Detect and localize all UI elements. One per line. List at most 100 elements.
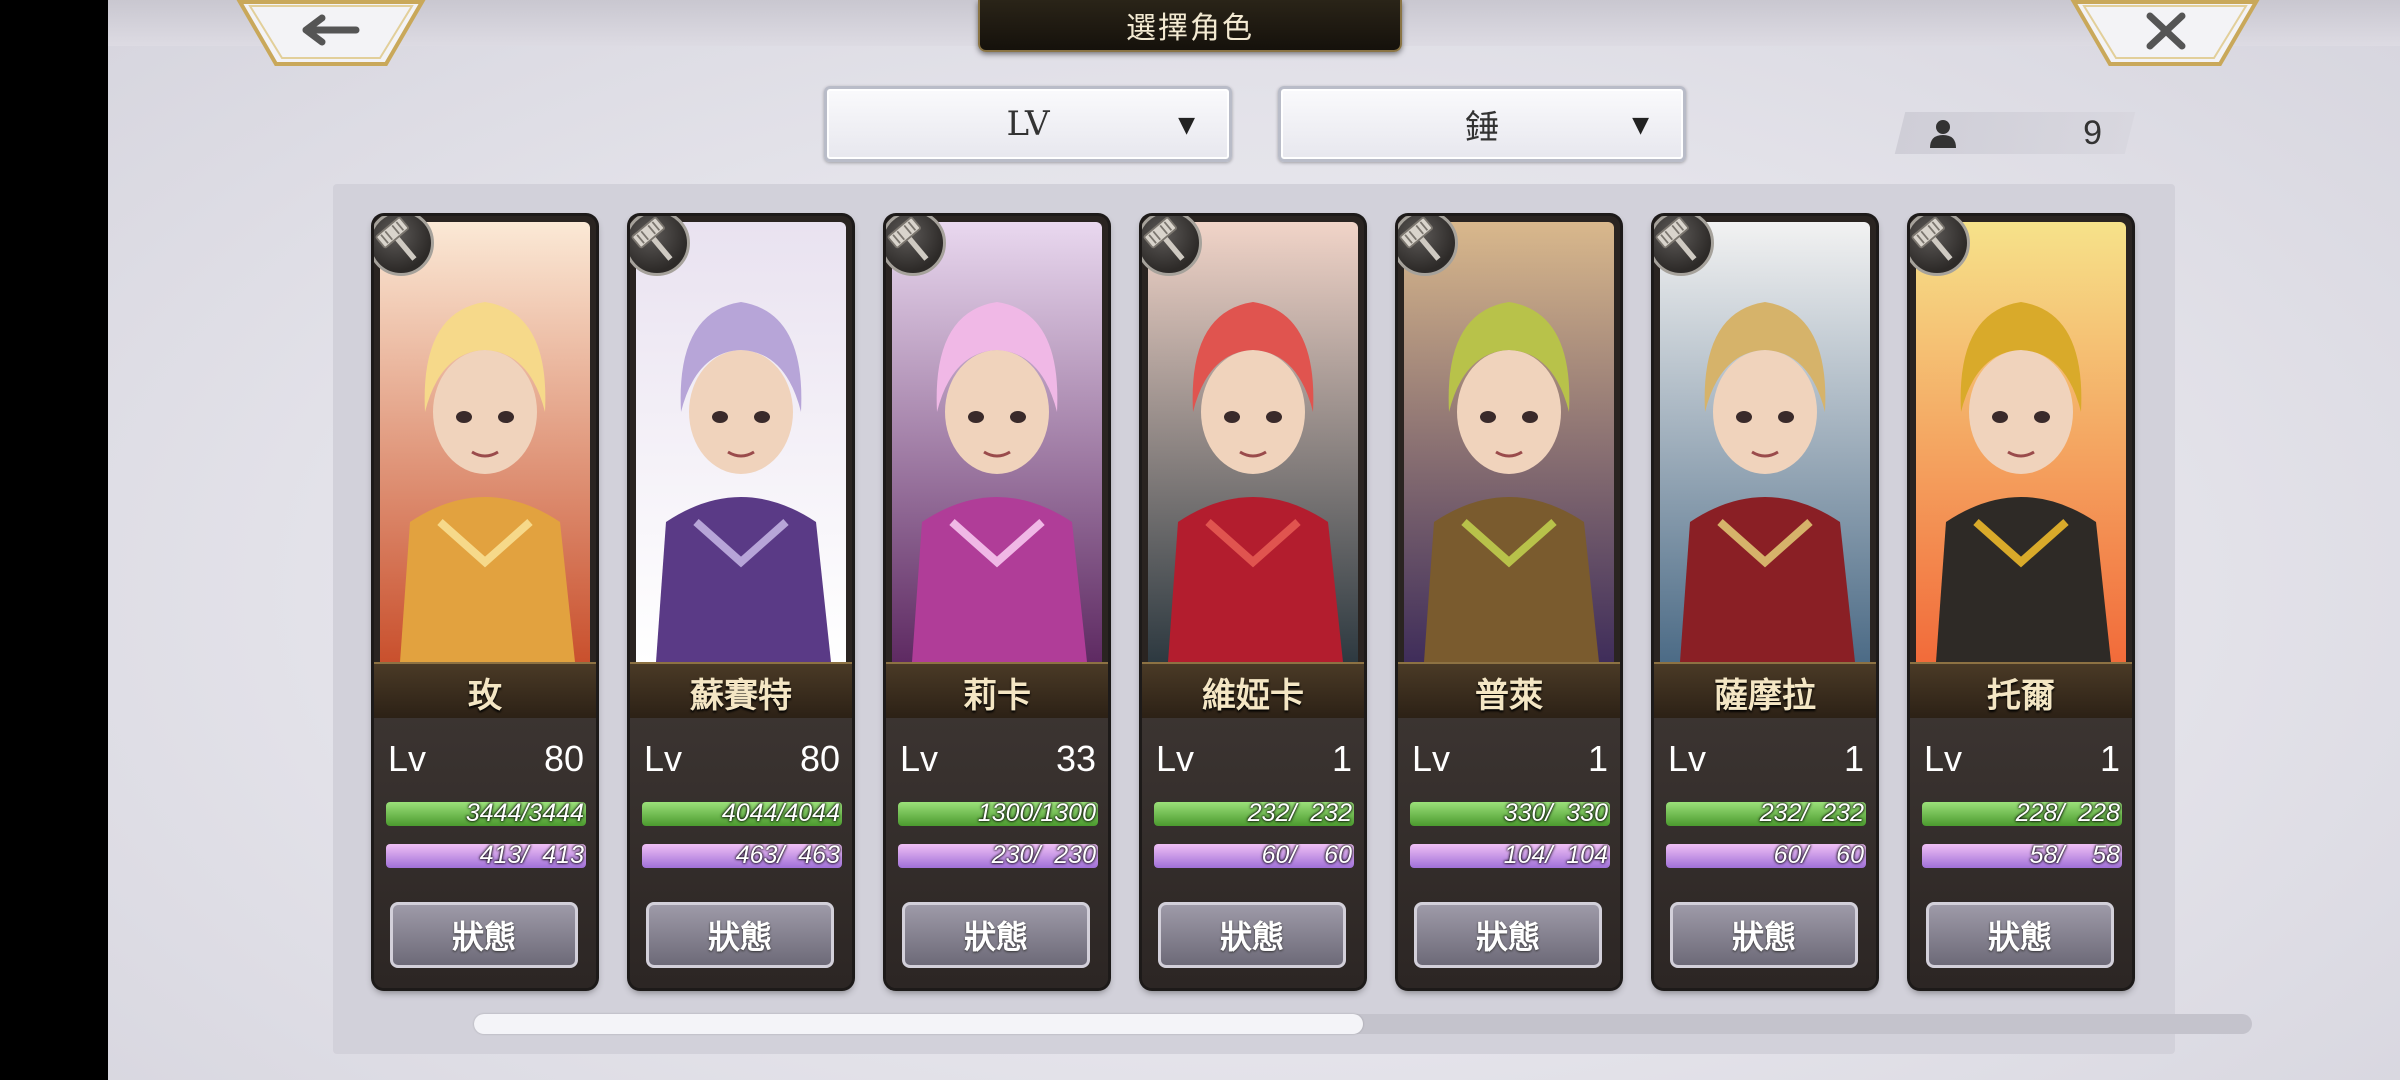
character-card[interactable]: 托爾 Lv 1 228/ 228 58/ 58 狀態 [1910, 216, 2132, 988]
character-name: 托爾 [1910, 662, 2132, 722]
level-label: Lv [1668, 738, 1707, 779]
character-stats: Lv 80 3444/3444 413/ 413 狀態 [374, 718, 596, 988]
level-label: Lv [1156, 738, 1195, 779]
mp-value: 58/ 58 [2029, 844, 2120, 868]
level-value: 80 [543, 738, 584, 779]
level-label: Lv [1924, 738, 1963, 779]
level-label: Lv [388, 738, 427, 779]
level-row: Lv 80 [388, 738, 584, 779]
status-button[interactable]: 狀態 [1158, 902, 1346, 968]
level-value: 80 [799, 738, 840, 779]
level-value: 33 [1055, 738, 1096, 779]
character-stats: Lv 1 232/ 232 60/ 60 狀態 [1654, 718, 1876, 988]
hammer-icon [886, 216, 946, 276]
hammer-icon [630, 216, 690, 276]
horizontal-scrollbar[interactable] [474, 1014, 2252, 1034]
status-button[interactable]: 狀態 [390, 902, 578, 968]
mp-bar: 60/ 60 [1666, 844, 1866, 868]
game-screen: 選擇角色 LV ▼ 錘 ▼ 9 玫 Lv 80 3444/3444 413/ 4… [108, 0, 2400, 1080]
hammer-icon [1654, 216, 1714, 276]
level-value: 1 [1331, 738, 1352, 779]
level-value: 1 [1843, 738, 1864, 779]
character-portrait [380, 222, 590, 662]
hp-value: 3444/3444 [465, 802, 584, 826]
page-title: 選擇角色 [978, 0, 1402, 52]
back-button[interactable] [236, 0, 426, 68]
character-card[interactable]: 普萊 Lv 1 330/ 330 104/ 104 狀態 [1398, 216, 1620, 988]
person-icon [1930, 120, 1956, 148]
character-card[interactable]: 蘇賽特 Lv 80 4044/4044 463/ 463 狀態 [630, 216, 852, 988]
character-portrait [636, 222, 846, 662]
mp-value: 413/ 413 [472, 844, 584, 868]
hp-bar: 1300/1300 [898, 802, 1098, 826]
status-button[interactable]: 狀態 [1926, 902, 2114, 968]
character-name: 蘇賽特 [630, 662, 852, 722]
hp-value: 232/ 232 [1759, 802, 1864, 826]
chevron-down-icon: ▼ [1178, 113, 1195, 138]
party-count-value: 9 [2083, 114, 2102, 152]
level-row: Lv 80 [644, 738, 840, 779]
level-value: 1 [1587, 738, 1608, 779]
level-label: Lv [900, 738, 939, 779]
mp-bar: 58/ 58 [1922, 844, 2122, 868]
mp-value: 104/ 104 [1503, 844, 1608, 868]
level-label: Lv [1412, 738, 1451, 779]
mp-bar: 230/ 230 [898, 844, 1098, 868]
mp-value: 60/ 60 [1773, 844, 1864, 868]
hammer-icon [1910, 216, 1970, 276]
mp-value: 230/ 230 [984, 844, 1096, 868]
mp-bar: 413/ 413 [386, 844, 586, 868]
level-row: Lv 1 [1156, 738, 1352, 779]
character-portrait [1660, 222, 1870, 662]
hp-value: 228/ 228 [2015, 802, 2120, 826]
character-portrait [1916, 222, 2126, 662]
close-icon [2070, 0, 2260, 66]
character-name: 薩摩拉 [1654, 662, 1876, 722]
hp-value: 1300/1300 [977, 802, 1096, 826]
character-name: 玫 [374, 662, 596, 722]
character-portrait [1148, 222, 1358, 662]
character-stats: Lv 1 232/ 232 60/ 60 狀態 [1142, 718, 1364, 988]
character-stats: Lv 33 1300/1300 230/ 230 狀態 [886, 718, 1108, 988]
character-card[interactable]: 莉卡 Lv 33 1300/1300 230/ 230 狀態 [886, 216, 1108, 988]
hp-bar: 330/ 330 [1410, 802, 1610, 826]
hp-bar: 4044/4044 [642, 802, 842, 826]
arrow-left-icon [236, 0, 426, 66]
character-card[interactable]: 維婭卡 Lv 1 232/ 232 60/ 60 狀態 [1142, 216, 1364, 988]
hp-bar: 232/ 232 [1666, 802, 1866, 826]
character-stats: Lv 80 4044/4044 463/ 463 狀態 [630, 718, 852, 988]
weapon-filter-dropdown[interactable]: 錘 ▼ [1278, 86, 1686, 162]
status-button[interactable]: 狀態 [646, 902, 834, 968]
character-name: 普萊 [1398, 662, 1620, 722]
close-button[interactable] [2070, 0, 2260, 68]
character-name: 維婭卡 [1142, 662, 1364, 722]
sort-dropdown[interactable]: LV ▼ [824, 86, 1232, 162]
character-portrait [1404, 222, 1614, 662]
sort-dropdown-value: LV [1006, 104, 1050, 144]
character-card[interactable]: 玫 Lv 80 3444/3444 413/ 413 狀態 [374, 216, 596, 988]
level-row: Lv 33 [900, 738, 1096, 779]
party-count: 9 [1894, 112, 2136, 154]
mp-bar: 463/ 463 [642, 844, 842, 868]
status-button[interactable]: 狀態 [902, 902, 1090, 968]
status-button[interactable]: 狀態 [1414, 902, 1602, 968]
hp-value: 232/ 232 [1247, 802, 1352, 826]
mp-bar: 104/ 104 [1410, 844, 1610, 868]
mp-value: 60/ 60 [1261, 844, 1352, 868]
hp-bar: 3444/3444 [386, 802, 586, 826]
hammer-icon [374, 216, 434, 276]
scrollbar-thumb[interactable] [474, 1014, 1363, 1034]
chevron-down-icon: ▼ [1632, 113, 1649, 138]
status-button[interactable]: 狀態 [1670, 902, 1858, 968]
level-row: Lv 1 [1668, 738, 1864, 779]
hammer-icon [1142, 216, 1202, 276]
character-stats: Lv 1 228/ 228 58/ 58 狀態 [1910, 718, 2132, 988]
character-stats: Lv 1 330/ 330 104/ 104 狀態 [1398, 718, 1620, 988]
level-row: Lv 1 [1924, 738, 2120, 779]
hp-value: 4044/4044 [721, 802, 840, 826]
character-name: 莉卡 [886, 662, 1108, 722]
weapon-filter-value: 錘 [1465, 107, 1499, 148]
mp-bar: 60/ 60 [1154, 844, 1354, 868]
character-card[interactable]: 薩摩拉 Lv 1 232/ 232 60/ 60 狀態 [1654, 216, 1876, 988]
level-value: 1 [2099, 738, 2120, 779]
